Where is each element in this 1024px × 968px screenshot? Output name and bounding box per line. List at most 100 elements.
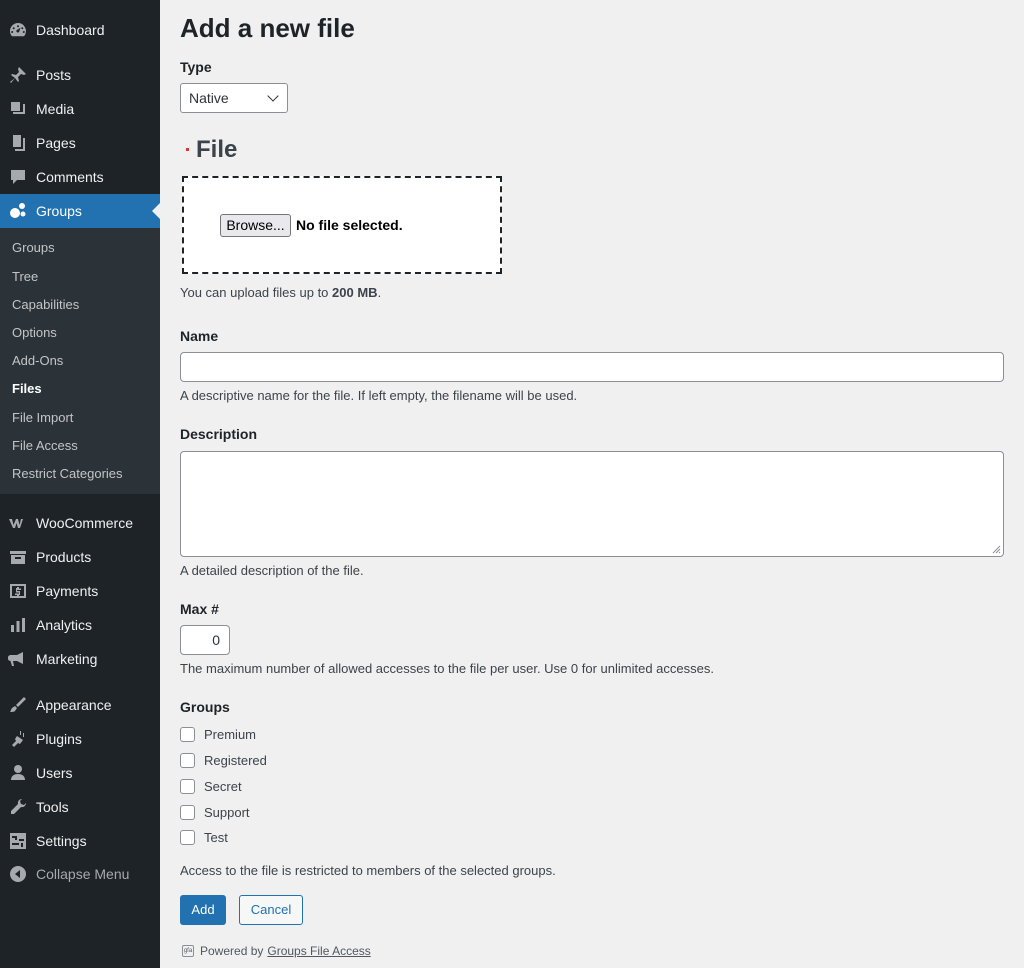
description-label: Description — [180, 426, 258, 442]
menu-products-label: Products — [36, 549, 92, 565]
submenu-capabilities[interactable]: Capabilities — [12, 295, 79, 315]
type-label: Type — [180, 59, 212, 75]
collapse-menu-button[interactable]: Collapse Menu — [0, 857, 160, 891]
groups-file-access-logo-icon: gfa — [182, 945, 194, 957]
test-label: Test — [204, 829, 228, 845]
menu-payments[interactable]: Payments — [0, 574, 160, 608]
name-help: A descriptive name for the file. If left… — [180, 388, 578, 403]
menu-plugins-label: Plugins — [36, 731, 82, 747]
max-help: The maximum number of allowed accesses t… — [180, 661, 714, 676]
menu-pages[interactable]: Pages — [0, 126, 160, 160]
menu-analytics-label: Analytics — [36, 617, 93, 633]
name-label: Name — [180, 328, 219, 344]
description-textarea[interactable] — [180, 451, 1004, 557]
megaphone-icon — [0, 642, 36, 676]
menu-users-label: Users — [36, 765, 73, 781]
group-option-test[interactable]: Test — [180, 827, 228, 847]
menu-comments-label: Comments — [36, 169, 104, 185]
collapse-icon — [0, 857, 36, 891]
settings-icon — [0, 824, 36, 858]
archive-icon — [0, 540, 36, 574]
premium-checkbox[interactable] — [180, 726, 195, 742]
menu-settings[interactable]: Settings — [0, 824, 160, 858]
menu-tools-label: Tools — [36, 799, 69, 815]
max-input[interactable]: 0 — [180, 625, 230, 655]
menu-appearance[interactable]: Appearance — [0, 688, 160, 722]
admin-sidebar: Dashboard Posts Media Pages Comments Gro… — [0, 0, 160, 968]
menu-plugins[interactable]: Plugins — [0, 722, 160, 756]
menu-pages-label: Pages — [36, 135, 76, 151]
secret-label: Secret — [204, 778, 242, 794]
max-label: Max # — [180, 601, 219, 617]
payments-icon — [0, 574, 36, 608]
registered-checkbox[interactable] — [180, 752, 195, 768]
premium-label: Premium — [204, 726, 257, 742]
upload-help-size: 200 MB — [332, 285, 378, 300]
no-file-status: No file selected. — [296, 217, 403, 233]
add-button[interactable]: Add — [180, 895, 226, 925]
groups-submenu: Groups Tree Capabilities Options Add-Ons… — [0, 228, 160, 494]
menu-posts-label: Posts — [36, 67, 72, 83]
page-title: Add a new file — [180, 13, 355, 43]
submenu-add-ons[interactable]: Add-Ons — [12, 351, 63, 371]
menu-dashboard[interactable]: Dashboard — [0, 13, 160, 47]
powered-link[interactable]: Groups File Access — [267, 944, 370, 958]
secret-checkbox[interactable] — [180, 778, 195, 794]
analytics-icon — [0, 608, 36, 642]
menu-tools[interactable]: Tools — [0, 790, 160, 824]
menu-groups-label: Groups — [36, 203, 82, 219]
menu-woocommerce-label: WooCommerce — [36, 515, 133, 531]
wrench-icon — [0, 790, 36, 824]
description-help: A detailed description of the file. — [180, 563, 364, 578]
submenu-options[interactable]: Options — [12, 323, 57, 343]
menu-products[interactable]: Products — [0, 540, 160, 574]
chevron-down-icon — [267, 90, 279, 102]
menu-payments-label: Payments — [36, 583, 99, 599]
woocommerce-icon — [0, 506, 36, 540]
pin-icon — [0, 58, 36, 92]
menu-posts[interactable]: Posts — [0, 58, 160, 92]
menu-marketing-label: Marketing — [36, 651, 98, 667]
resize-grip-icon[interactable] — [991, 544, 1001, 554]
type-select[interactable]: Native — [180, 83, 288, 113]
menu-users[interactable]: Users — [0, 756, 160, 790]
menu-media[interactable]: Media — [0, 92, 160, 126]
dashboard-icon — [0, 13, 36, 47]
submenu-restrict-categories[interactable]: Restrict Categories — [12, 464, 123, 484]
group-option-secret[interactable]: Secret — [180, 776, 242, 796]
collapse-menu-label: Collapse Menu — [36, 866, 130, 882]
submenu-tree[interactable]: Tree — [12, 267, 38, 287]
cancel-button[interactable]: Cancel — [239, 895, 303, 925]
name-input[interactable] — [180, 352, 1004, 382]
group-option-registered[interactable]: Registered — [180, 750, 267, 770]
menu-marketing[interactable]: Marketing — [0, 642, 160, 676]
submenu-file-access[interactable]: File Access — [12, 436, 78, 456]
file-heading: File — [196, 136, 238, 163]
groups-icon — [0, 194, 36, 228]
type-select-value: Native — [189, 90, 229, 106]
menu-woocommerce[interactable]: WooCommerce — [0, 506, 160, 540]
powered-prefix: Powered by — [200, 944, 264, 958]
support-checkbox[interactable] — [180, 804, 195, 820]
pages-icon — [0, 126, 36, 160]
group-option-support[interactable]: Support — [180, 802, 250, 822]
upload-help-prefix: You can upload files up to — [180, 285, 333, 300]
submenu-files[interactable]: Files — [12, 379, 42, 399]
upload-help-suffix: . — [377, 285, 382, 300]
submenu-groups[interactable]: Groups — [12, 238, 55, 258]
menu-groups[interactable]: Groups — [0, 194, 160, 228]
menu-analytics[interactable]: Analytics — [0, 608, 160, 642]
test-checkbox[interactable] — [180, 829, 195, 845]
browse-button[interactable]: Browse... — [220, 214, 291, 237]
groups-label: Groups — [180, 699, 230, 715]
powered-by: gfa Powered by Groups File Access — [182, 944, 371, 958]
menu-comments[interactable]: Comments — [0, 160, 160, 194]
required-marker — [186, 148, 189, 151]
registered-label: Registered — [204, 752, 267, 768]
support-label: Support — [204, 804, 250, 820]
groups-help: Access to the file is restricted to memb… — [180, 863, 556, 878]
menu-appearance-label: Appearance — [36, 697, 112, 713]
group-option-premium[interactable]: Premium — [180, 724, 256, 744]
menu-dashboard-label: Dashboard — [36, 22, 105, 38]
submenu-file-import[interactable]: File Import — [12, 408, 73, 428]
